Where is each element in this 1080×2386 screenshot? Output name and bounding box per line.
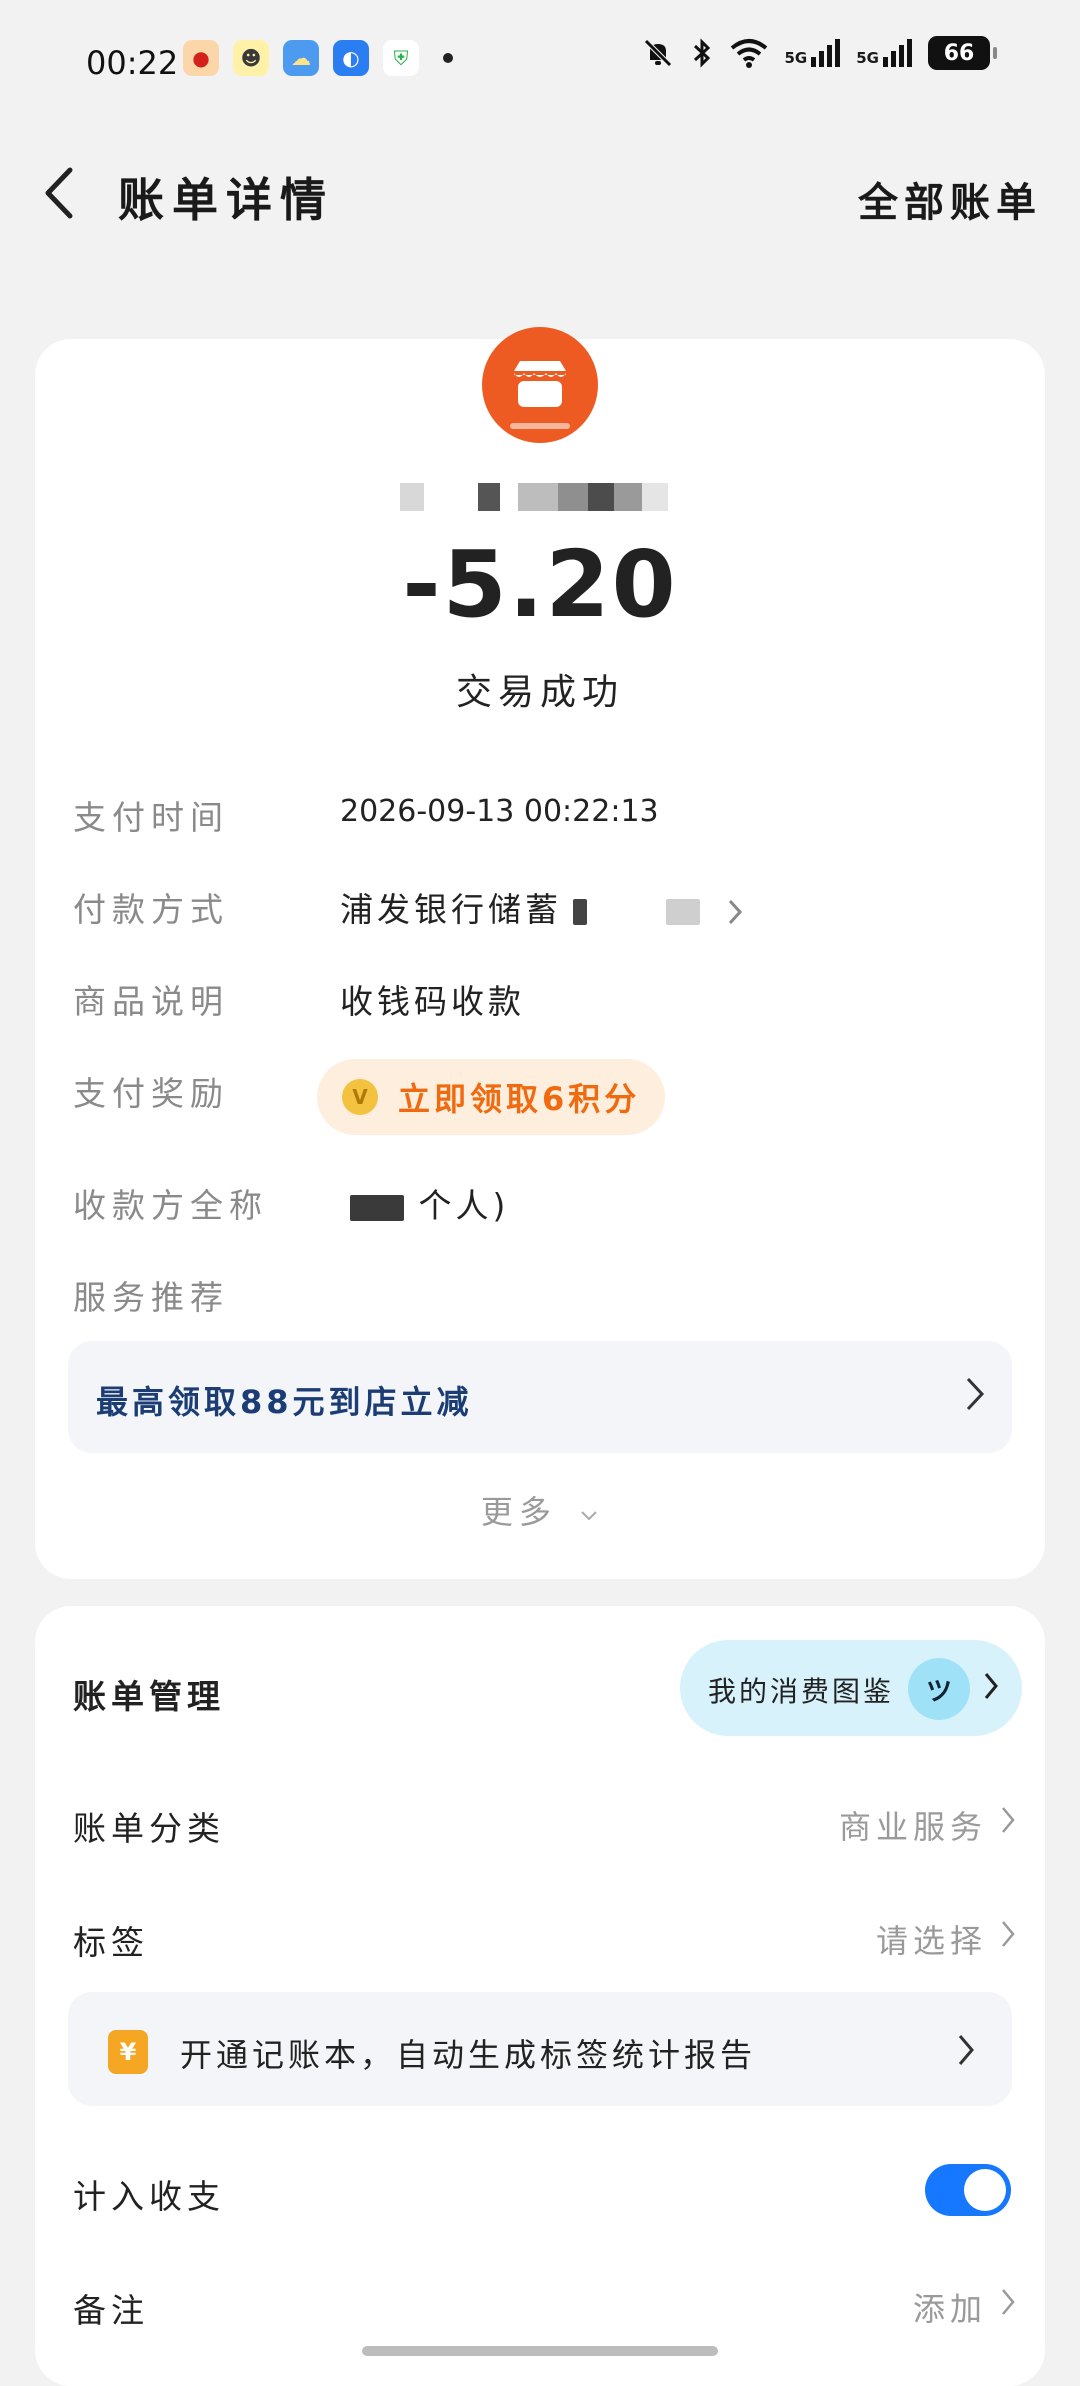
merchant-name-redacted [400,483,668,511]
chevron-right-icon [1002,1921,1015,1947]
chevron-right-icon [984,1673,998,1699]
chevron-right-icon [966,1377,985,1411]
product-value: 收钱码收款 [340,982,525,1021]
page-header: 账单详情 全部账单 [0,148,1080,238]
status-app-icons: ● ☻ ☁ ◐ ⛨ [183,40,453,76]
status-right: 5G 5G 66 [641,36,997,70]
pay-method-label: 付款方式 [73,890,229,929]
home-indicator[interactable] [362,2346,718,2356]
note-label: 备注 [73,2291,149,2330]
promo-text: 最高领取88元到店立减 [96,1383,473,1421]
points-coin-icon: V [342,1079,378,1115]
more-notifications-dot [443,53,453,63]
bill-management-card: 账单管理 我的消费图鉴 ツ 账单分类 商业服务 标签 请选择 ¥ 开通记账本，自… [35,1606,1045,2386]
signal-strength-2: 5G [856,39,912,67]
tag-select[interactable]: 请选择 [876,1916,987,1962]
reward-text: 立即领取6积分 [398,1080,641,1118]
chevron-right-icon [1002,1807,1015,1833]
more-button[interactable]: 更多 [35,1487,1045,1533]
reward-label: 支付奖励 [73,1074,229,1113]
mascot-icon: ツ [908,1658,970,1720]
wifi-icon [730,39,767,68]
insight-label: 我的消费图鉴 [708,1675,895,1708]
chevron-down-icon [581,1511,597,1521]
weibo-icon: ● [183,40,219,76]
open-ledger-banner[interactable]: ¥ 开通记账本，自动生成标签统计报告 [68,1992,1012,2106]
toggle-knob [964,2169,1006,2211]
status-bar: 00:22 ● ☻ ☁ ◐ ⛨ 5G 5G 66 [0,0,1080,126]
payee-value: 个人) [350,1179,509,1227]
mute-bell-icon [643,39,672,67]
product-label: 商品说明 [73,982,229,1021]
count-in-balance-toggle[interactable] [925,2164,1011,2216]
pay-time-value: 2026-09-13 00:22:13 [340,794,659,829]
count-in-balance-label: 计入收支 [73,2177,225,2216]
payee-label: 收款方全称 [73,1186,268,1225]
add-note-button[interactable]: 添加 [913,2284,987,2330]
store-discount-banner[interactable]: 最高领取88元到店立减 [68,1341,1012,1453]
weather-icon: ☁ [283,40,319,76]
tag-label: 标签 [73,1923,149,1962]
chevron-right-icon [1002,2289,1015,2315]
redacted-block [350,1194,404,1221]
bluetooth-icon [693,38,710,68]
pay-method-value: 浦发银行储蓄 [340,890,562,929]
chevron-right-icon [728,899,743,924]
assistant-icon: ☻ [233,40,269,76]
browser-icon: ◐ [333,40,369,76]
pay-method-row[interactable]: 浦发银行储蓄 [340,883,744,931]
signal-bars-icon [811,39,841,67]
status-time: 00:22 [86,44,179,82]
ledger-banner-text: 开通记账本，自动生成标签统计报告 [180,2036,757,2074]
transaction-amount: -5.20 [402,531,678,638]
security-icon: ⛨ [383,40,419,76]
signal-strength-1: 5G [785,39,841,67]
pay-time-label: 支付时间 [73,798,229,837]
battery-indicator: 66 [928,36,997,70]
page-title: 账单详情 [118,173,334,227]
signal-bars-icon [883,39,912,67]
transaction-card: -5.20 交易成功 支付时间 2026-09-13 00:22:13 付款方式… [35,327,1045,1579]
redacted-block [665,898,700,925]
redacted-gap [601,899,651,925]
back-arrow-icon[interactable] [36,162,86,224]
chevron-right-icon [958,2035,974,2065]
service-label: 服务推荐 [73,1278,229,1317]
category-label: 账单分类 [73,1809,225,1848]
all-bills-link[interactable]: 全部账单 [858,170,1042,228]
claim-points-button[interactable]: V 立即领取6积分 [317,1059,665,1135]
spending-insight-button[interactable]: 我的消费图鉴 ツ [680,1640,1022,1736]
bill-management-title: 账单管理 [73,1677,225,1716]
redacted-block [572,898,587,925]
logo-underline [510,423,570,429]
category-value[interactable]: 商业服务 [839,1802,987,1848]
transaction-status: 交易成功 [455,672,624,713]
ledger-yuan-icon: ¥ [108,2030,148,2074]
